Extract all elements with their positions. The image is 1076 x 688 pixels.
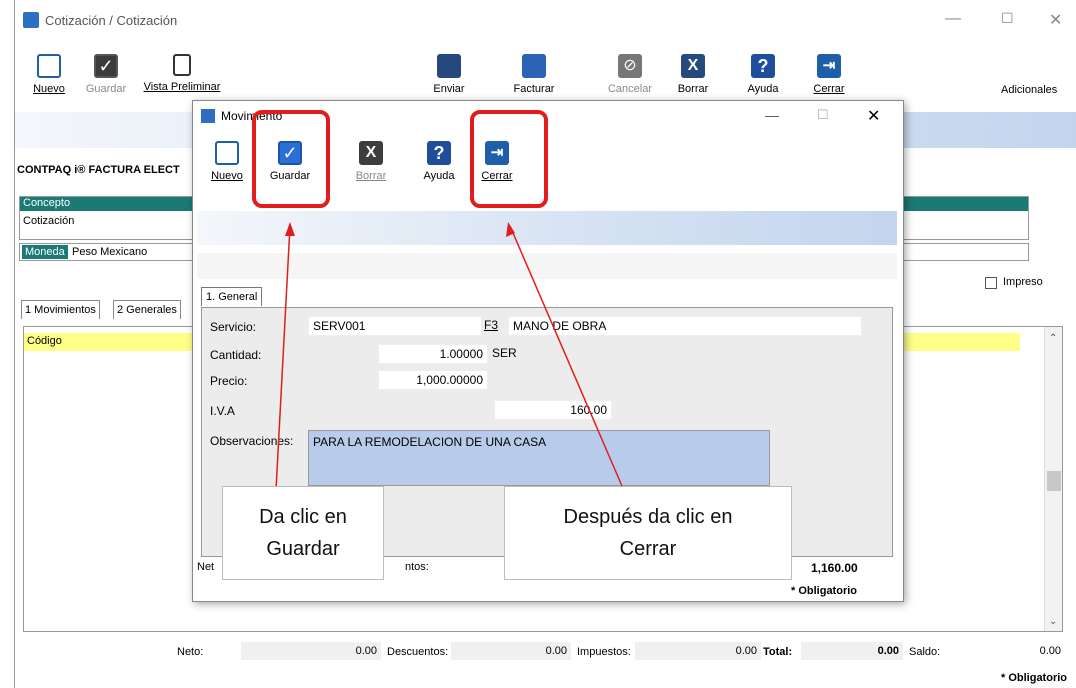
callout-guardar-line2: Guardar [266,538,340,560]
callout-guardar-line1: Da clic en [259,506,347,528]
annotation-arrows [275,222,623,491]
arrow-to-cerrar [509,225,623,487]
arrowhead-guardar [285,222,295,236]
callout-guardar: Da clic en Guardar [222,486,384,580]
callout-cerrar-line2: Cerrar [619,538,677,560]
callout-cerrar-line1: Después da clic en [563,506,733,528]
callout-cerrar: Después da clic en Cerrar [504,486,792,580]
arrow-to-guardar [275,225,291,491]
